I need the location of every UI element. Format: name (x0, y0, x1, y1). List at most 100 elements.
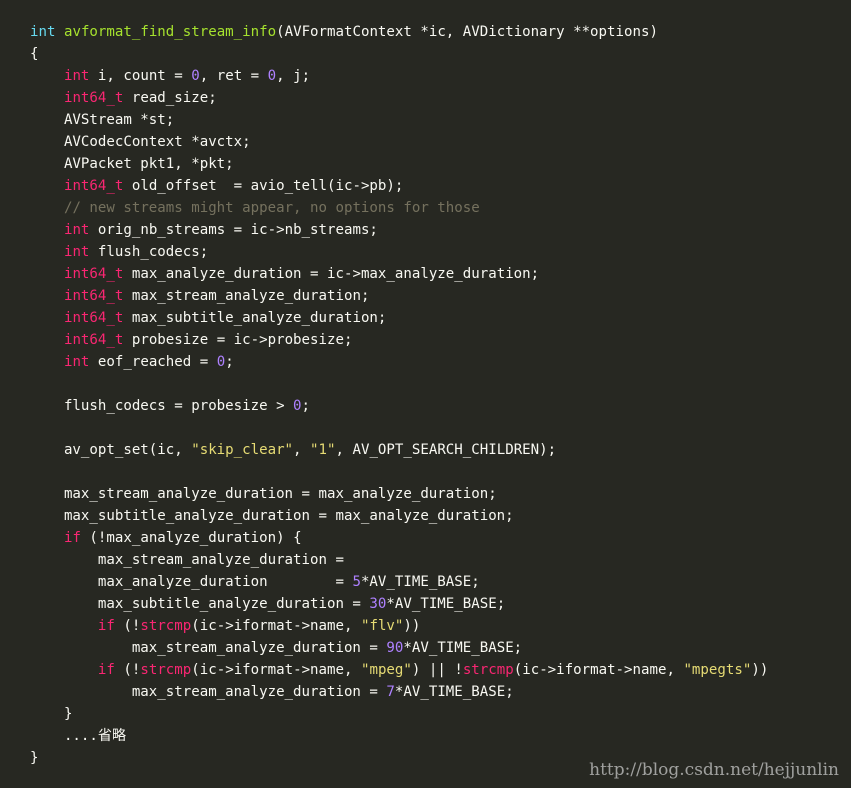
code-token: eof_reached = (89, 354, 217, 370)
code-token: i, count = (89, 68, 192, 84)
code-line: max_subtitle_analyze_duration = max_anal… (30, 505, 768, 527)
code-token: int64_t (63, 310, 124, 326)
code-token: , (293, 442, 311, 458)
watermark: http://blog.csdn.net/hejjunlin (589, 760, 839, 780)
code-token: ) || ! (411, 662, 463, 678)
code-token: flush_codecs; (89, 244, 209, 260)
code-token: (!max_analyze_duration) { (80, 530, 302, 546)
code-token: max_stream_analyze_duration = max_analyz… (30, 486, 497, 502)
code-token: } (30, 706, 73, 722)
code-token: max_analyze_duration = (30, 574, 353, 590)
code-token: 0 (191, 68, 200, 84)
code-token: orig_nb_streams = ic->nb_streams; (89, 222, 378, 238)
code-token: 7 (386, 684, 395, 700)
code-token: { (30, 46, 39, 62)
code-token: int64_t (63, 266, 124, 282)
code-line: ....省略 (30, 725, 768, 747)
code-token: (ic->iformat->name, (191, 662, 361, 678)
code-token: int (30, 24, 56, 40)
code-line: int64_t old_offset = avio_tell(ic->pb); (30, 175, 768, 197)
code-token: int64_t (63, 288, 124, 304)
code-line: int flush_codecs; (30, 241, 768, 263)
code-token: )) (403, 618, 421, 634)
code-token: , AV_OPT_SEARCH_CHILDREN); (335, 442, 557, 458)
code-token: probesize = ic->probesize; (123, 332, 353, 348)
code-token: AVPacket pkt1, *pkt; (30, 156, 234, 172)
code-token: strcmp (462, 662, 514, 678)
code-token: strcmp (140, 662, 192, 678)
code-token: 30 (369, 596, 387, 612)
code-token: if (63, 530, 81, 546)
code-token: , j; (276, 68, 311, 84)
code-token: read_size; (123, 90, 217, 106)
code-line: AVStream *st; (30, 109, 768, 131)
code-line: // new streams might appear, no options … (30, 197, 768, 219)
code-line: if (!strcmp(ic->iformat->name, "mpeg") |… (30, 659, 768, 681)
code-line: av_opt_set(ic, "skip_clear", "1", AV_OPT… (30, 439, 768, 461)
code-token: (! (114, 618, 141, 634)
code-token: int (63, 354, 90, 370)
code-line: int64_t read_size; (30, 87, 768, 109)
code-token: strcmp (140, 618, 192, 634)
code-line: flush_codecs = probesize > 0; (30, 395, 768, 417)
code-token: max_subtitle_analyze_duration = (30, 596, 370, 612)
code-token: max_subtitle_analyze_duration = max_anal… (30, 508, 514, 524)
code-token: (AVFormatContext *ic, AVDictionary **opt… (276, 24, 658, 40)
code-token: max_stream_analyze_duration = (30, 552, 344, 568)
code-token: ; (301, 398, 311, 414)
code-token: "flv" (360, 618, 404, 634)
code-token: *AV_TIME_BASE; (403, 640, 523, 656)
code-line: { (30, 43, 768, 65)
code-line: int64_t max_analyze_duration = ic->max_a… (30, 263, 768, 285)
code-line: AVPacket pkt1, *pkt; (30, 153, 768, 175)
code-token: "mpegts" (683, 662, 752, 678)
code-line: int avformat_find_stream_info(AVFormatCo… (30, 21, 768, 43)
code-line: int64_t max_stream_analyze_duration; (30, 285, 768, 307)
code-line: max_analyze_duration = 5*AV_TIME_BASE; (30, 571, 768, 593)
code-line: max_stream_analyze_duration = 7*AV_TIME_… (30, 681, 768, 703)
code-token: 90 (386, 640, 404, 656)
code-line: int64_t probesize = ic->probesize; (30, 329, 768, 351)
code-token: *AV_TIME_BASE; (360, 574, 480, 590)
code-token: "mpeg" (360, 662, 412, 678)
code-token: if (97, 618, 115, 634)
code-line: int orig_nb_streams = ic->nb_streams; (30, 219, 768, 241)
code-token: } (30, 750, 39, 766)
code-token: , ret = (199, 68, 268, 84)
code-line: if (!max_analyze_duration) { (30, 527, 768, 549)
code-block: int avformat_find_stream_info(AVFormatCo… (30, 21, 768, 769)
code-token: *AV_TIME_BASE; (386, 596, 506, 612)
code-line: max_stream_analyze_duration = max_analyz… (30, 483, 768, 505)
code-line: AVCodecContext *avctx; (30, 131, 768, 153)
code-token: av_opt_set(ic, (30, 442, 192, 458)
code-token: (! (114, 662, 141, 678)
code-line: max_subtitle_analyze_duration = 30*AV_TI… (30, 593, 768, 615)
code-token: int64_t (63, 332, 124, 348)
code-token: max_stream_analyze_duration = (30, 640, 387, 656)
code-token: 5 (352, 574, 361, 590)
code-token: (ic->iformat->name, (513, 662, 684, 678)
code-token: max_stream_analyze_duration; (123, 288, 370, 304)
code-line: max_stream_analyze_duration = 90*AV_TIME… (30, 637, 768, 659)
code-token: 0 (267, 68, 277, 84)
code-line: int i, count = 0, ret = 0, j; (30, 65, 768, 87)
code-token: flush_codecs = probesize > (30, 398, 294, 414)
code-token: old_offset = avio_tell(ic->pb); (123, 178, 404, 194)
